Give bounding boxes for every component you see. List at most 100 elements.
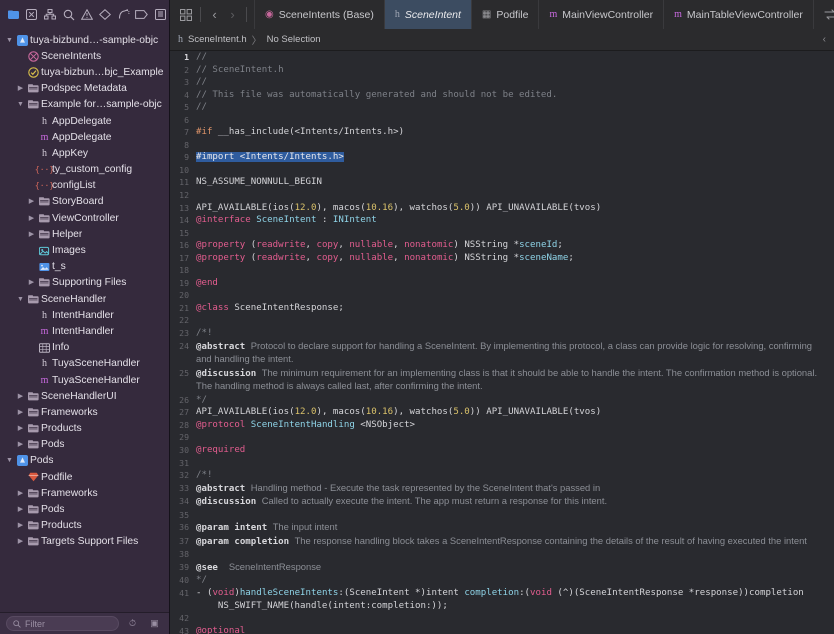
code-line[interactable]: 16 @property (readwrite, copy, nullable, … (170, 239, 834, 252)
code-line[interactable]: 37 @param completion The response handlin… (170, 535, 834, 549)
tree-row[interactable]: ▶ Helper (0, 226, 169, 242)
code-line[interactable]: 42 (170, 612, 834, 625)
filter-input[interactable]: Filter (6, 616, 119, 631)
chevron-right-icon[interactable]: ▶ (26, 215, 37, 222)
tree-row[interactable]: ▼ Pods (0, 453, 169, 469)
hierarchy-icon[interactable] (42, 6, 59, 24)
tree-row[interactable]: ▶ Frameworks (0, 404, 169, 420)
chevron-right-icon[interactable]: ▶ (15, 490, 26, 497)
tree-row[interactable]: ▶ Supporting Files (0, 275, 169, 291)
code-line[interactable]: 21 @class SceneIntentResponse; (170, 302, 834, 315)
tree-row[interactable]: m AppDelegate (0, 129, 169, 145)
chevron-right-icon[interactable]: ▶ (26, 279, 37, 286)
back-button[interactable]: ‹ (207, 7, 222, 22)
code-line[interactable]: 20 (170, 289, 834, 302)
chevron-right-icon[interactable]: ▶ (15, 538, 26, 545)
tree-row[interactable]: Podfile (0, 469, 169, 485)
code-line[interactable]: 41 - (void)handleSceneIntents:(SceneInten… (170, 587, 834, 612)
chevron-right-icon[interactable]: ▶ (15, 506, 26, 513)
tree-row[interactable]: {··} configList (0, 178, 169, 194)
code-line[interactable]: 17 @property (readwrite, copy, nullable, … (170, 252, 834, 265)
tree-row[interactable]: ▶ Products (0, 421, 169, 437)
tree-row[interactable]: ▼ Example for…sample-objc (0, 97, 169, 113)
tree-row[interactable]: ▶ Pods (0, 437, 169, 453)
code-line[interactable]: 9 #import <Intents/Intents.h> (170, 151, 834, 164)
code-line[interactable]: 32 /*! (170, 469, 834, 482)
forward-button[interactable]: › (225, 7, 240, 22)
tab-sceneintent[interactable]: h SceneIntent (384, 0, 472, 29)
code-line[interactable]: 14 @interface SceneIntent : INIntent (170, 214, 834, 227)
code-line[interactable]: 34 @discussion Called to actually execute… (170, 495, 834, 509)
code-line[interactable]: 33 @abstract Handling method - Execute th… (170, 482, 834, 496)
chevron-down-icon[interactable]: ▼ (4, 37, 15, 44)
tree-row[interactable]: h AppDelegate (0, 113, 169, 129)
tree-row[interactable]: ▶ Pods (0, 501, 169, 517)
source-code[interactable]: 1 // 2 // SceneIntent.h 3 // 4 // This file was… (170, 51, 834, 634)
debug-icon[interactable] (115, 6, 132, 24)
tree-row[interactable]: m IntentHandler (0, 323, 169, 339)
tab-maintableviewcontroller[interactable]: m MainTableViewController (664, 0, 814, 29)
tree-row[interactable]: m TuyaSceneHandler (0, 372, 169, 388)
tree-row[interactable]: ▶ Targets Support Files (0, 534, 169, 550)
tree-row[interactable]: SceneIntents (0, 48, 169, 64)
code-line[interactable]: 3 // (170, 76, 834, 89)
code-line[interactable]: 36 @param intent The input intent (170, 521, 834, 535)
code-line[interactable]: 28 @protocol SceneIntentHandling <NSObjec… (170, 419, 834, 432)
tree-row[interactable]: ▶ Products (0, 518, 169, 534)
chevron-down-icon[interactable]: ▼ (15, 101, 26, 108)
tree-row[interactable]: h AppKey (0, 145, 169, 161)
code-line[interactable]: 4 // This file was automatically generate… (170, 89, 834, 102)
tree-row[interactable]: h IntentHandler (0, 307, 169, 323)
tree-row[interactable]: t_s (0, 259, 169, 275)
code-area[interactable]: 1 // 2 // SceneIntent.h 3 // 4 // This file was… (170, 51, 834, 634)
project-tree[interactable]: ▼ tuya-bizbund…-sample-objc SceneIntents tu… (0, 29, 169, 634)
code-line[interactable]: 22 (170, 314, 834, 327)
breadcrumb-file[interactable]: SceneIntent.h (188, 34, 247, 45)
tree-row[interactable]: Info (0, 340, 169, 356)
tree-row[interactable]: {··} ty_custom_config (0, 162, 169, 178)
tab-sceneintents-base[interactable]: ◉ SceneIntents (Base) (254, 0, 385, 29)
folder-icon[interactable] (5, 6, 22, 24)
tab-overview-icon[interactable] (177, 5, 194, 25)
code-line[interactable]: 30 @required (170, 444, 834, 457)
code-line[interactable]: 24 @abstract Protocol to declare support … (170, 340, 834, 367)
tab-mainviewcontroller[interactable]: m MainViewController (539, 0, 665, 29)
tree-row[interactable]: ▼ SceneHandler (0, 291, 169, 307)
code-line[interactable]: 19 @end (170, 277, 834, 290)
recent-files-icon[interactable]: ⏱ (124, 614, 141, 634)
search-icon[interactable] (60, 6, 77, 24)
code-line[interactable]: 13 API_AVAILABLE(ios(12.0), macos(10.16),… (170, 202, 834, 215)
code-line[interactable]: 5 // (170, 101, 834, 114)
code-line[interactable]: 31 (170, 457, 834, 470)
breakpoint-icon[interactable] (133, 6, 150, 24)
chevron-down-icon[interactable]: ▼ (4, 457, 15, 464)
code-line[interactable]: 43 @optional (170, 625, 834, 634)
source-control-icon[interactable]: ▣ (146, 614, 163, 634)
tree-row[interactable]: ▶ Podspec Metadata (0, 81, 169, 97)
tree-row[interactable]: ▶ ViewController (0, 210, 169, 226)
tree-row[interactable]: h TuyaSceneHandler (0, 356, 169, 372)
tree-row[interactable]: ▼ tuya-bizbund…-sample-objc (0, 32, 169, 48)
code-line[interactable]: 35 (170, 509, 834, 522)
report-icon[interactable] (152, 6, 169, 24)
chevron-right-icon[interactable]: ▶ (26, 231, 37, 238)
tree-row[interactable]: ▶ StoryBoard (0, 194, 169, 210)
code-line[interactable]: 6 (170, 114, 834, 127)
code-line[interactable]: 26 */ (170, 394, 834, 407)
chevron-right-icon[interactable]: ▶ (15, 425, 26, 432)
chevron-right-icon[interactable]: ▶ (15, 409, 26, 416)
code-line[interactable]: 2 // SceneIntent.h (170, 64, 834, 77)
chevron-down-icon[interactable]: ▼ (15, 296, 26, 303)
code-line[interactable]: 18 (170, 264, 834, 277)
chevron-right-icon[interactable]: ▶ (15, 522, 26, 529)
tab-podfile[interactable]: ▦ Podfile (472, 0, 540, 29)
tree-row[interactable]: tuya-bizbun…bjc_Example (0, 64, 169, 80)
code-line[interactable]: 7 #if __has_include(<Intents/Intents.h>) (170, 126, 834, 139)
diamond-icon[interactable] (97, 6, 114, 24)
issue-icon[interactable] (23, 6, 40, 24)
chevron-right-icon[interactable]: ▶ (15, 441, 26, 448)
code-line[interactable]: 8 (170, 139, 834, 152)
code-line[interactable]: 12 (170, 189, 834, 202)
project-navigator[interactable]: ▼ tuya-bizbund…-sample-objc SceneIntents tu… (0, 29, 170, 634)
tree-row[interactable]: ▶ SceneHandlerUI (0, 388, 169, 404)
